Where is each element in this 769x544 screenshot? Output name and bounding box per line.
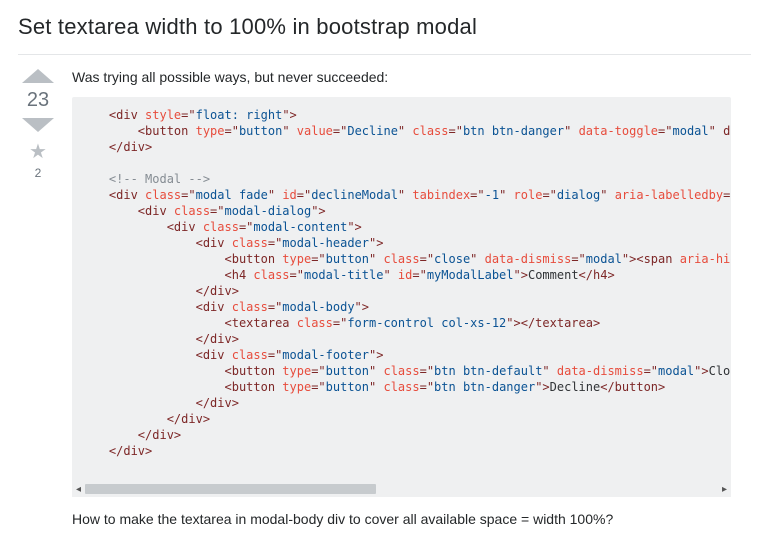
downvote-icon[interactable]: [22, 118, 54, 132]
vote-column: 23 ★ 2: [18, 67, 58, 527]
question-lead-text: Was trying all possible ways, but never …: [72, 69, 751, 85]
divider: [18, 54, 751, 55]
question-post: 23 ★ 2 Was trying all possible ways, but…: [18, 67, 751, 527]
horizontal-scrollbar[interactable]: ◂ ▸: [72, 483, 731, 497]
scroll-left-icon[interactable]: ◂: [76, 484, 81, 495]
favorite-count: 2: [35, 166, 42, 180]
question-follow-text: How to make the textarea in modal-body d…: [72, 511, 751, 527]
question-body: Was trying all possible ways, but never …: [72, 67, 751, 527]
scroll-right-icon[interactable]: ▸: [722, 484, 727, 495]
scroll-track[interactable]: [85, 484, 718, 494]
code-content: <div style="float: right"> <button type=…: [72, 97, 731, 471]
page-title: Set textarea width to 100% in bootstrap …: [18, 14, 751, 40]
upvote-icon[interactable]: [22, 69, 54, 83]
favorite-star-icon[interactable]: ★: [29, 142, 47, 162]
vote-score: 23: [27, 89, 49, 112]
code-block: <div style="float: right"> <button type=…: [72, 97, 731, 497]
scroll-thumb[interactable]: [85, 484, 376, 494]
